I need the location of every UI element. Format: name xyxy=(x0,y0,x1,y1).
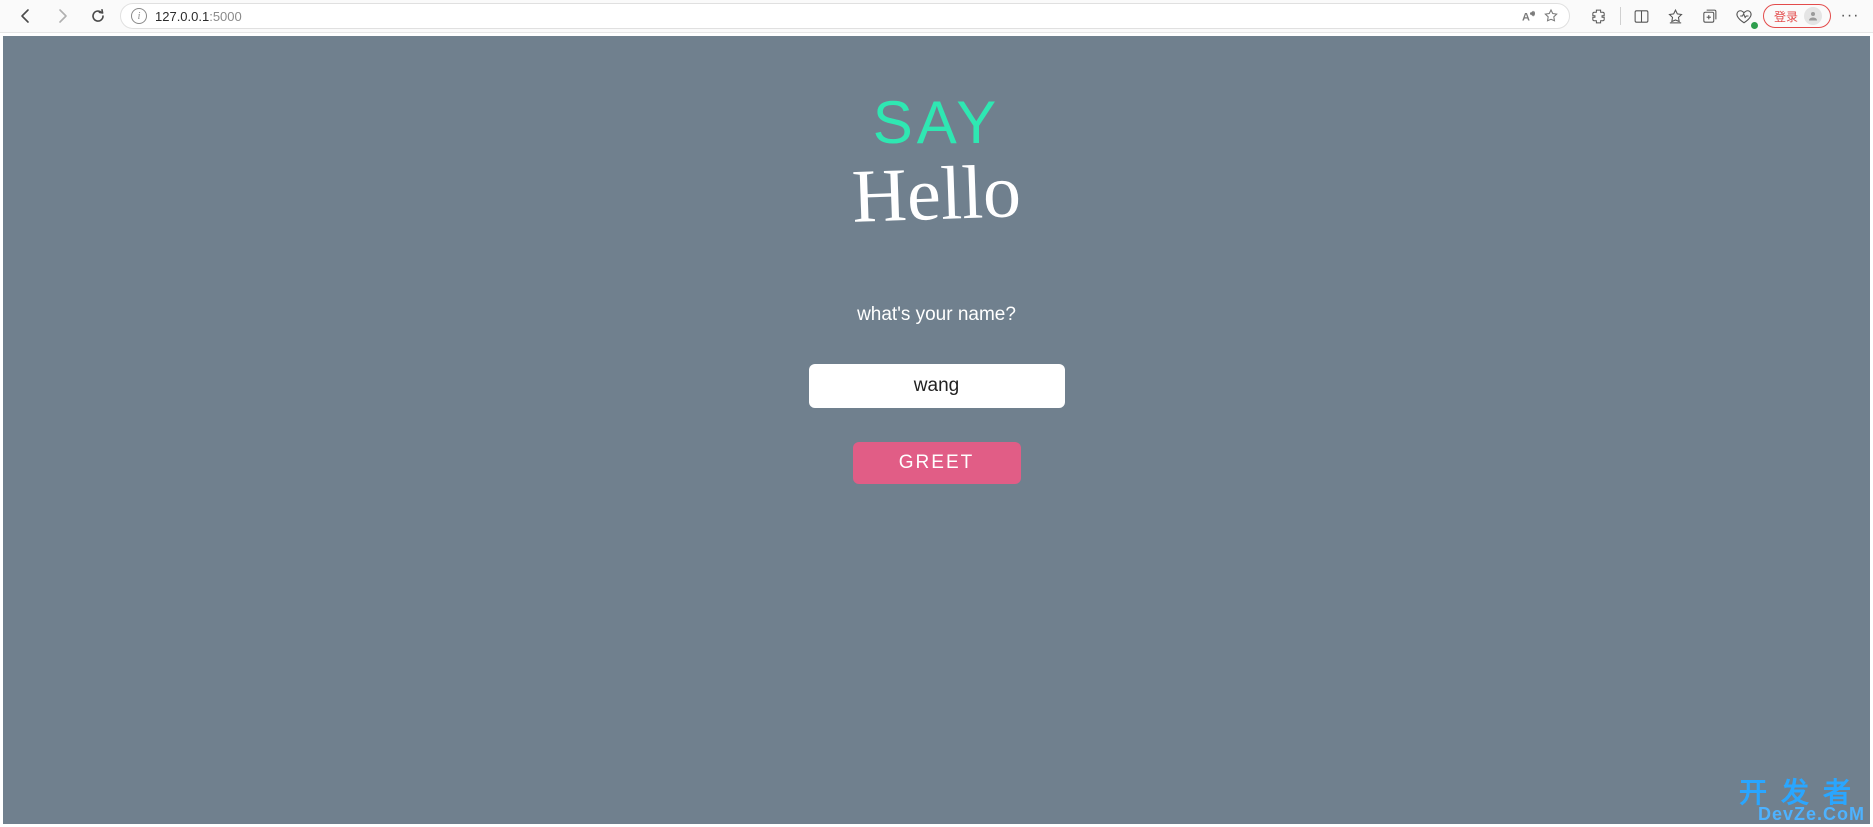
avatar-icon xyxy=(1804,7,1822,25)
favorites-icon[interactable] xyxy=(1661,2,1691,30)
performance-icon[interactable] xyxy=(1729,2,1759,30)
greet-button[interactable]: GREET xyxy=(853,442,1021,484)
toolbar-right: 登录 ··· xyxy=(1584,2,1865,30)
url-host: 127.0.0.1 xyxy=(155,9,209,24)
toolbar-divider xyxy=(1620,7,1621,25)
browser-toolbar: i 127.0.0.1:5000 A🔊︎ 登录 xyxy=(0,0,1873,33)
reload-button[interactable] xyxy=(84,2,112,30)
back-button[interactable] xyxy=(12,2,40,30)
viewport: SAY Hello what's your name? GREET 开发者 De… xyxy=(0,33,1873,827)
favorite-star-icon[interactable] xyxy=(1543,8,1559,24)
extensions-icon[interactable] xyxy=(1584,2,1614,30)
login-label: 登录 xyxy=(1774,8,1798,25)
site-info-icon[interactable]: i xyxy=(131,8,147,24)
more-menu-icon[interactable]: ··· xyxy=(1835,2,1865,30)
url-text: 127.0.0.1:5000 xyxy=(155,9,242,24)
page-body: SAY Hello what's your name? GREET xyxy=(3,36,1870,824)
split-screen-icon[interactable] xyxy=(1627,2,1657,30)
collections-icon[interactable] xyxy=(1695,2,1725,30)
name-input[interactable] xyxy=(809,364,1065,408)
title-hello: Hello xyxy=(851,148,1023,241)
url-port: :5000 xyxy=(209,9,242,24)
address-bar[interactable]: i 127.0.0.1:5000 A🔊︎ xyxy=(120,3,1570,29)
forward-button[interactable] xyxy=(48,2,76,30)
login-button[interactable]: 登录 xyxy=(1763,4,1831,28)
name-prompt: what's your name? xyxy=(857,304,1016,326)
read-aloud-icon[interactable]: A🔊︎ xyxy=(1522,9,1535,24)
title-say: SAY xyxy=(873,88,1001,157)
